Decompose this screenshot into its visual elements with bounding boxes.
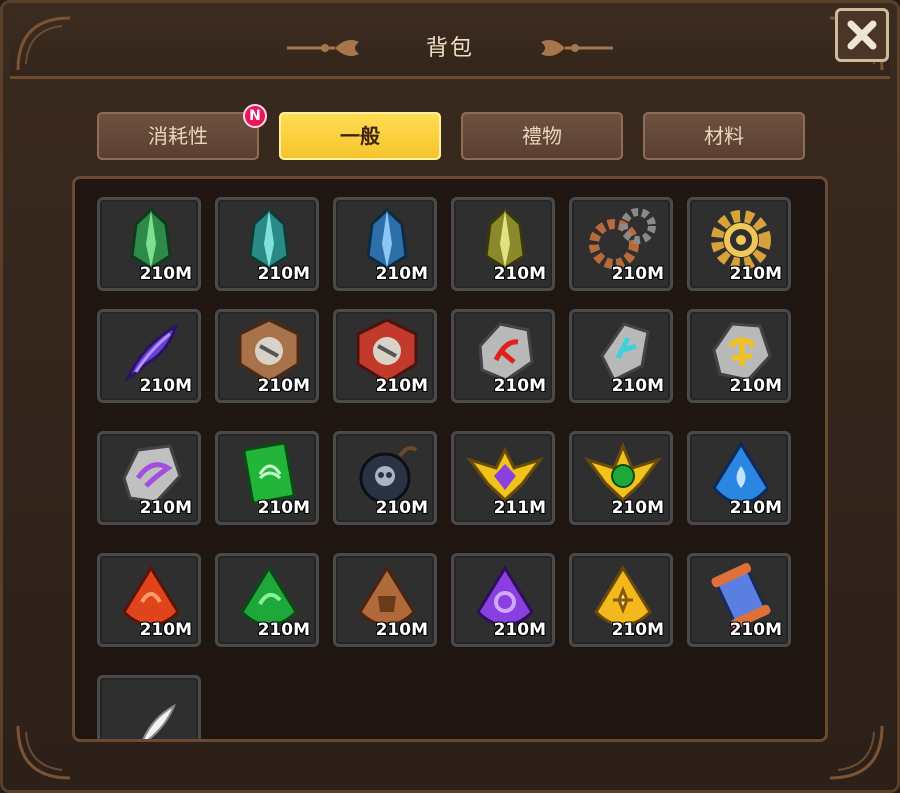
corner-ornament-icon — [16, 725, 71, 780]
item-grid: 210M 210M 210M 210M 210M 210M 210M 210M … — [72, 176, 828, 742]
tab-label: 消耗性 — [148, 124, 208, 148]
item-slot[interactable]: 210M — [687, 431, 791, 525]
item-slot[interactable]: 210M — [333, 553, 437, 647]
item-slot[interactable]: 210M — [215, 553, 319, 647]
item-slot[interactable]: 210M — [97, 431, 201, 525]
close-icon — [847, 20, 877, 50]
item-slot[interactable]: 210M — [333, 197, 437, 291]
item-slot[interactable]: 210M — [215, 309, 319, 403]
item-slot[interactable]: 210M — [687, 197, 791, 291]
item-slot[interactable]: 210M — [97, 197, 201, 291]
window-title: 背包 — [425, 36, 474, 61]
item-slot[interactable]: 210M — [687, 309, 791, 403]
item-slot[interactable]: 210M — [451, 197, 555, 291]
tab-label: 禮物 — [522, 124, 562, 148]
corner-ornament-icon — [829, 725, 884, 780]
item-slot[interactable]: 210M — [215, 431, 319, 525]
tab-label: 一般 — [340, 124, 380, 148]
tab-gifts[interactable]: 禮物 — [461, 112, 623, 160]
item-slot[interactable]: 210M — [333, 309, 437, 403]
tab-label: 材料 — [704, 124, 744, 148]
item-slot[interactable]: 210M — [569, 553, 673, 647]
white-feather-icon — [142, 703, 176, 739]
item-slot[interactable]: 210M — [451, 309, 555, 403]
item-slot[interactable]: 210M — [569, 197, 673, 291]
item-slot[interactable]: 210M — [569, 309, 673, 403]
title-ornament-right-icon — [541, 40, 613, 56]
new-badge: N — [243, 104, 267, 128]
close-button[interactable] — [835, 8, 889, 62]
tab-materials[interactable]: 材料 — [643, 112, 805, 160]
item-slot[interactable]: 210M — [451, 553, 555, 647]
tab-consumables[interactable]: 消耗性 N — [97, 104, 267, 160]
item-slot[interactable]: 210M — [97, 553, 201, 647]
item-slot[interactable] — [97, 675, 201, 739]
tab-general[interactable]: 一般 — [279, 112, 441, 160]
category-tabs: 消耗性 N 一般 禮物 材料 — [0, 104, 900, 162]
item-slot[interactable]: 210M — [97, 309, 201, 403]
item-slot[interactable]: 210M — [215, 197, 319, 291]
item-slot[interactable]: 211M — [451, 431, 555, 525]
item-slot[interactable]: 210M — [569, 431, 673, 525]
item-slot[interactable]: 210M — [333, 431, 437, 525]
item-slot[interactable]: 210M — [687, 553, 791, 647]
